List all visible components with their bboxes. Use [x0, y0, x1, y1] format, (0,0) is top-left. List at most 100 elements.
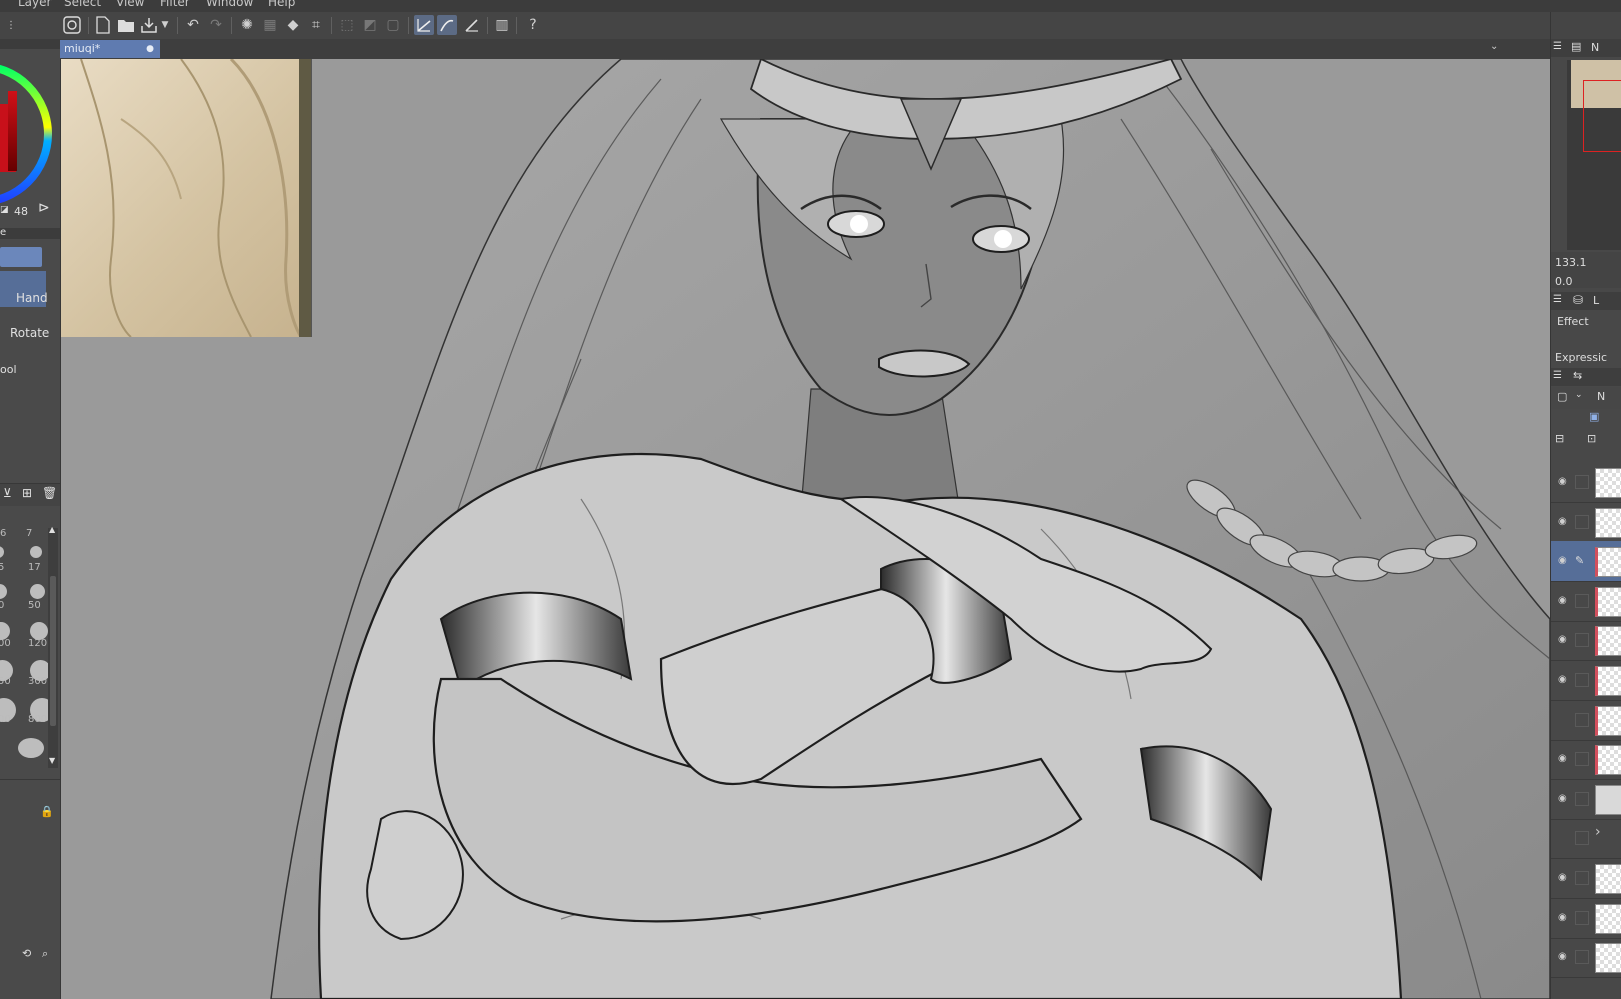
deselect-icon[interactable]: ⬚	[337, 15, 357, 35]
redo-icon[interactable]: ↷	[206, 15, 226, 35]
zoom-icon[interactable]: ⌕	[42, 947, 48, 961]
layer-thumbnail[interactable]	[1595, 507, 1621, 538]
tab-label-partial[interactable]: e	[0, 227, 6, 238]
snap-to-grid-icon[interactable]	[462, 15, 482, 35]
layer-panel-tab-icon[interactable]: ⇆	[1573, 369, 1582, 382]
brush-size-preset[interactable]	[0, 584, 7, 599]
layer-row[interactable]	[1551, 700, 1621, 741]
menu-filter[interactable]: Filter	[160, 0, 190, 9]
layer-lock-box[interactable]	[1575, 514, 1589, 529]
layer-row[interactable]: ◉	[1551, 898, 1621, 939]
visibility-eye-icon[interactable]: ◉	[1558, 595, 1570, 607]
menu-window[interactable]: Window	[206, 0, 253, 9]
layer-property-tab-icon[interactable]: ⛁	[1573, 293, 1583, 307]
rotate-reset-icon[interactable]: ⟲	[22, 947, 31, 960]
layer-lock-box[interactable]	[1575, 673, 1589, 687]
layer-thumbnail[interactable]	[1595, 903, 1621, 934]
layer-row[interactable]: ◉	[1551, 620, 1621, 662]
layer-mask-icon[interactable]: ⊡	[1587, 432, 1596, 445]
trash-icon[interactable]: 🗑	[42, 486, 57, 500]
save-icon[interactable]	[139, 15, 159, 35]
blend-mode-icon[interactable]: ▢	[1557, 390, 1567, 403]
reference-layer-icon[interactable]: ▣	[1589, 410, 1599, 423]
new-file-icon[interactable]	[93, 15, 113, 35]
document-tab[interactable]: miuqi* ●	[60, 40, 160, 58]
layer-thumbnail[interactable]	[1595, 586, 1621, 617]
layer-thumbnail[interactable]	[1595, 626, 1621, 657]
brush-size-preset[interactable]	[30, 584, 45, 599]
selection-border-icon[interactable]: ▢	[383, 15, 403, 35]
snap-to-ruler-icon[interactable]	[414, 15, 434, 35]
layer-thumbnail[interactable]	[1595, 666, 1621, 696]
help-icon[interactable]: ?	[523, 15, 543, 35]
layer-row[interactable]: ◉	[1551, 858, 1621, 899]
layer-thumbnail[interactable]	[1595, 943, 1621, 974]
layer-row[interactable]: ›	[1551, 818, 1621, 860]
layer-row[interactable]: ◉	[1551, 502, 1621, 543]
drawing-canvas[interactable]	[61, 59, 1550, 999]
layer-row[interactable]: ◉ ✎	[1551, 541, 1621, 583]
visibility-eye-icon[interactable]: ◉	[1558, 476, 1570, 488]
layer-thumbnail[interactable]: ›	[1595, 824, 1621, 852]
snap-to-special-ruler-icon[interactable]	[437, 15, 457, 35]
layer-lock-box[interactable]	[1575, 752, 1589, 767]
layer-thumbnail[interactable]	[1595, 864, 1621, 894]
navigator-rotation-value[interactable]: 0.0	[1555, 275, 1573, 288]
ruler-icon[interactable]: ▥	[492, 15, 512, 35]
layer-property-tab-label[interactable]: L	[1593, 294, 1599, 307]
import-icon[interactable]: ⊻	[3, 486, 12, 500]
navigator-tab-label[interactable]: N	[1591, 41, 1599, 54]
layer-lock-box[interactable]	[1575, 831, 1589, 846]
layer-lock-box[interactable]	[1575, 712, 1589, 727]
brush-size-preset[interactable]	[18, 738, 44, 758]
brush-size-preset[interactable]	[30, 546, 42, 558]
layer-property-menu-icon[interactable]: ☰	[1553, 294, 1562, 305]
visibility-eye-icon[interactable]: ◉	[1558, 753, 1570, 765]
layer-lock-box[interactable]	[1575, 910, 1589, 925]
menu-help[interactable]: Help	[268, 0, 295, 9]
clear-icon[interactable]: ✺	[237, 15, 257, 35]
layer-lock-box[interactable]	[1575, 475, 1589, 489]
scroll-down-icon[interactable]: ▼	[49, 756, 55, 765]
modified-dot-icon[interactable]: ●	[146, 40, 154, 58]
open-folder-icon[interactable]	[116, 15, 136, 35]
visibility-eye-icon[interactable]: ◉	[1558, 872, 1570, 884]
play-icon[interactable]: ⊳	[38, 200, 50, 216]
layer-row[interactable]: ◉	[1551, 937, 1621, 979]
layer-thumbnail[interactable]	[1595, 705, 1621, 736]
rotate-tool-label[interactable]: Rotate	[10, 326, 49, 340]
layer-row[interactable]: ◉	[1551, 660, 1621, 701]
visibility-eye-icon[interactable]: ◉	[1558, 516, 1570, 528]
visibility-eye-icon[interactable]: ◉	[1558, 912, 1570, 924]
visibility-eye-icon[interactable]: ◉	[1558, 555, 1570, 567]
visibility-eye-icon[interactable]: ◉	[1558, 674, 1570, 686]
edit-pen-icon[interactable]: ✎	[1575, 554, 1587, 567]
layer-lock-box[interactable]	[1575, 791, 1589, 806]
layer-lock-box[interactable]	[1575, 633, 1589, 648]
menu-view[interactable]: View	[116, 0, 144, 9]
blend-mode-chevron-icon[interactable]: ⌄	[1575, 390, 1583, 400]
layer-thumbnail[interactable]	[1595, 547, 1621, 578]
visibility-eye-icon[interactable]: ◉	[1558, 951, 1570, 963]
reference-image-window[interactable]	[61, 59, 312, 338]
layer-row[interactable]: ◉	[1551, 779, 1621, 820]
chevron-down-icon[interactable]: ▼	[158, 15, 172, 35]
layer-thumbnail[interactable]	[1595, 784, 1621, 815]
tab-menu-chevron-icon[interactable]: ⌄	[1490, 41, 1498, 52]
navigator-zoom-value[interactable]: 133.1	[1555, 256, 1587, 269]
blend-mode-value[interactable]: N	[1597, 390, 1605, 403]
brush-size-preset[interactable]	[0, 546, 4, 558]
visibility-eye-icon[interactable]	[1558, 714, 1570, 726]
duplicate-icon[interactable]: ⊞	[22, 486, 32, 500]
lock-icon[interactable]: 🔒	[40, 805, 54, 818]
undo-icon[interactable]: ↶	[183, 15, 203, 35]
menu-select[interactable]: Select	[64, 0, 101, 9]
visibility-eye-icon[interactable]: ◉	[1558, 634, 1570, 646]
clip-studio-icon[interactable]	[62, 15, 82, 35]
panel-menu-icon[interactable]: ☰	[1553, 41, 1562, 52]
menu-layer[interactable]: Layer	[18, 0, 51, 9]
layer-lock-box[interactable]	[1575, 593, 1589, 608]
layer-row[interactable]: ◉	[1551, 581, 1621, 622]
fill-icon[interactable]: ◆	[283, 15, 303, 35]
layer-folder-toggle-icon[interactable]: ⊟	[1555, 432, 1564, 445]
